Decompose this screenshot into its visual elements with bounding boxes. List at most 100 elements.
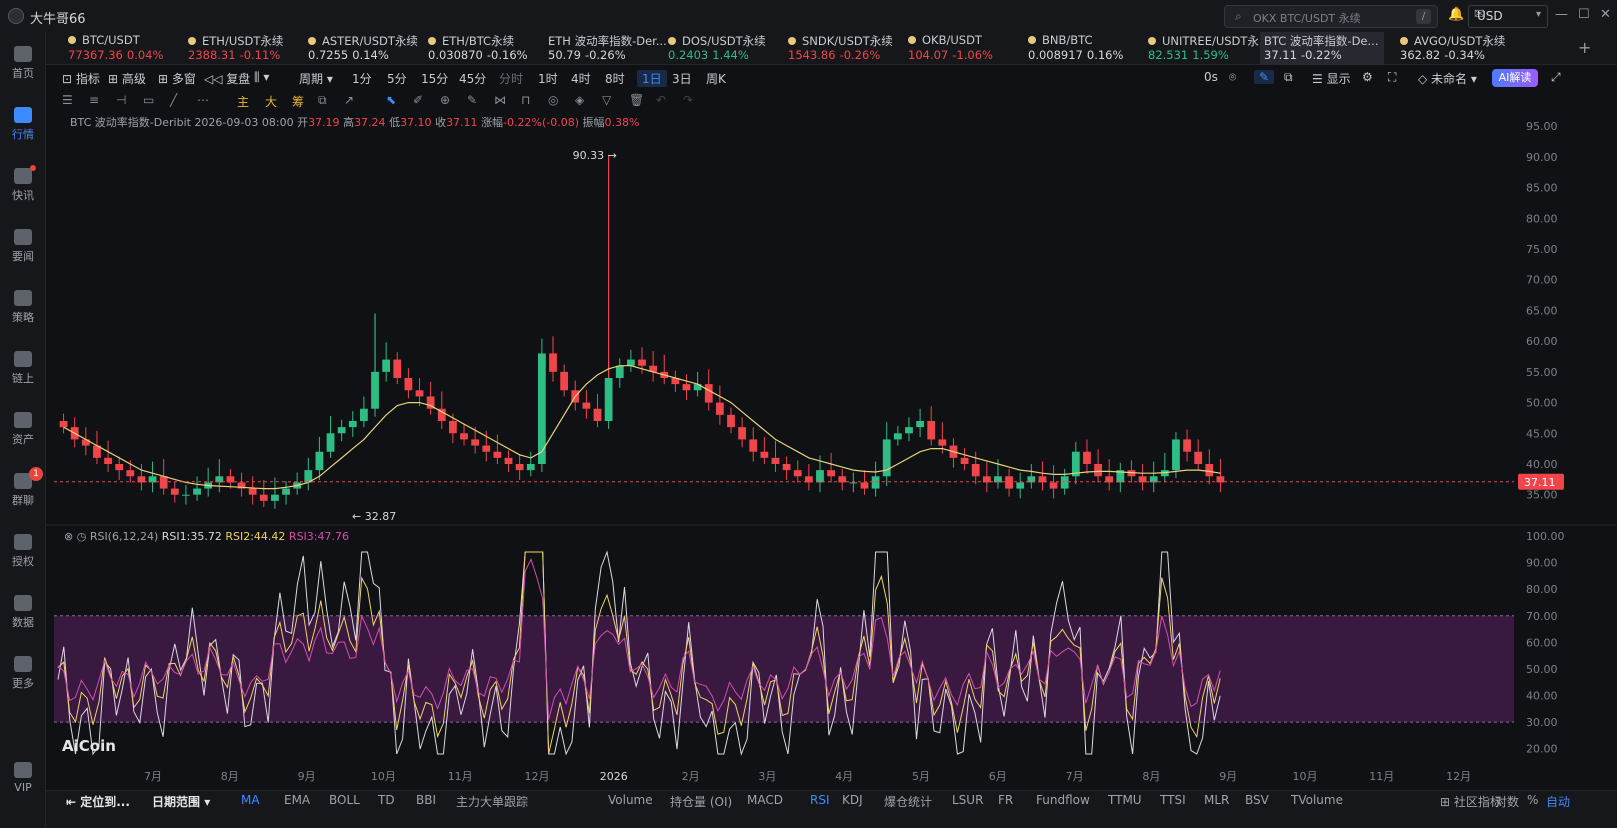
rectangle-icon[interactable]: ▭ xyxy=(143,93,154,107)
ticker-item[interactable]: AVGO/USDT永续 362.82 -0.34% xyxy=(1396,32,1520,65)
period-option[interactable]: 1日 xyxy=(637,70,667,87)
redo-icon[interactable]: ↷ xyxy=(683,93,693,107)
log-scale-button[interactable]: 对数 xyxy=(1495,793,1519,810)
share-icon[interactable]: ⧉ xyxy=(1284,70,1293,85)
layout-button[interactable]: ◇ 未命名 ▾ xyxy=(1418,70,1477,87)
multi-window-button[interactable]: ⊞ 多窗 xyxy=(158,70,196,87)
nav-item[interactable]: 要闻 xyxy=(0,221,46,273)
magnet-icon[interactable]: ⋈ xyxy=(494,93,506,107)
advanced-button[interactable]: ⊞ 高级 xyxy=(108,70,146,87)
expand-icon[interactable]: ⤢ xyxy=(1551,70,1561,85)
more-dots-icon[interactable]: ⋯ xyxy=(197,93,209,107)
draw-pen-icon[interactable]: ✎ xyxy=(1254,70,1275,84)
ticker-item[interactable]: BNB/BTC 0.008917 0.16% xyxy=(1024,32,1148,65)
filter-icon[interactable]: ▽ xyxy=(602,93,611,107)
ticker-item[interactable]: SNDK/USDT永续 1543.86 -0.26% xyxy=(784,32,908,65)
indicator-tab[interactable]: Fundflow xyxy=(1036,793,1090,807)
ticker-item[interactable]: ETH/BTC永续 0.030870 -0.16% xyxy=(424,32,548,65)
ticker-item[interactable]: BTC 波动率指数-De... 37.11 -0.22% xyxy=(1260,32,1384,65)
capture-icon[interactable]: ⧉ xyxy=(318,93,327,108)
period-option[interactable]: 4时 xyxy=(571,70,591,87)
visibility-icon[interactable]: ◎ xyxy=(548,93,558,107)
community-indicators-button[interactable]: ⊞ 社区指标 xyxy=(1440,793,1502,810)
indicator-tab[interactable]: LSUR xyxy=(952,793,983,807)
nav-item[interactable]: 行情 xyxy=(0,99,46,151)
indicator-tab[interactable]: TTMU xyxy=(1108,793,1142,807)
menu-icon[interactable]: ☰ xyxy=(62,93,73,107)
minimize-icon[interactable]: — xyxy=(1555,7,1568,22)
indicator-tab[interactable]: TD xyxy=(378,793,395,807)
nav-item[interactable]: 首页 xyxy=(0,38,46,90)
ticker-item[interactable]: ASTER/USDT永续 0.7255 0.14% xyxy=(304,32,428,65)
cursor-icon[interactable]: ⬉ xyxy=(386,93,396,107)
nav-item[interactable]: 数据 xyxy=(0,587,46,639)
period-option[interactable]: 1时 xyxy=(538,70,558,87)
indicator-tab[interactable]: BSV xyxy=(1245,793,1269,807)
indicators-button[interactable]: ⊡ 指标 xyxy=(62,70,100,87)
currency-select[interactable]: USD ▾ xyxy=(1468,5,1548,28)
percent-scale-button[interactable]: % xyxy=(1527,793,1538,807)
symbol-search-input[interactable]: ⌕ OKX BTC/USDT 永续 / xyxy=(1224,5,1438,28)
period-option[interactable]: 分时 xyxy=(499,70,523,87)
lock-icon[interactable]: ⊓ xyxy=(521,93,530,107)
ticker-item[interactable]: DOS/USDT永续 0.2403 1.44% xyxy=(664,32,788,65)
period-option[interactable]: 周K xyxy=(706,70,726,87)
ruler-icon[interactable]: ✐ xyxy=(413,93,423,107)
chip-button[interactable]: 筹 xyxy=(292,93,304,110)
indicator-tab[interactable]: MLR xyxy=(1204,793,1229,807)
line-tool-icon[interactable]: ╱ xyxy=(170,93,177,107)
indicator-tab[interactable]: BOLL xyxy=(329,793,360,807)
period-option[interactable]: 3日 xyxy=(672,70,692,87)
display-button[interactable]: ☰ 显示 xyxy=(1312,70,1351,87)
trash-icon[interactable]: 🗑 xyxy=(629,93,644,107)
locate-button[interactable]: ⇤ 定位到... xyxy=(66,793,130,810)
nav-item[interactable]: 快讯 xyxy=(0,160,46,212)
ticker-item[interactable]: UNITREE/USDT永 82.531 1.59% xyxy=(1144,32,1268,65)
big-order-button[interactable]: 大 xyxy=(265,93,277,110)
trend-icon[interactable]: ↗ xyxy=(344,93,354,107)
indicator-tab[interactable]: EMA xyxy=(284,793,310,807)
period-option[interactable]: 45分 xyxy=(459,70,486,87)
nav-item[interactable]: VIP xyxy=(0,754,46,806)
horizontal-line-icon[interactable]: ≡ xyxy=(89,93,99,107)
user-avatar[interactable] xyxy=(8,8,24,24)
indicator-tab[interactable]: FR xyxy=(998,793,1013,807)
nav-item[interactable]: 资产 xyxy=(0,404,46,456)
camera-icon[interactable]: ⌾ xyxy=(1229,70,1236,85)
auto-scale-button[interactable]: 自动 xyxy=(1546,793,1570,810)
settings-icon[interactable]: ⚙ xyxy=(1362,70,1373,84)
nav-item[interactable]: 更多 xyxy=(0,648,46,700)
period-option[interactable]: 5分 xyxy=(387,70,407,87)
date-range-button[interactable]: 日期范围 ▾ xyxy=(152,793,210,810)
zoom-icon[interactable]: ⊕ xyxy=(440,93,450,107)
ai-interpret-button[interactable]: AI解读 xyxy=(1492,69,1538,87)
nav-item[interactable]: 授权 xyxy=(0,526,46,578)
add-ticker-icon[interactable]: + xyxy=(1578,38,1591,57)
indicator-tab[interactable]: RSI xyxy=(810,793,830,807)
indicator-tab[interactable]: 持仓量 (OI) xyxy=(670,793,732,810)
nav-item[interactable]: 策略 xyxy=(0,282,46,334)
ticker-item[interactable]: ETH 波动率指数-Der... 50.79 -0.26% xyxy=(544,32,668,65)
main-force-button[interactable]: 主 xyxy=(237,93,249,110)
chart-type-icon[interactable]: ⫼ ▾ xyxy=(254,70,269,85)
nav-item[interactable]: 群聊 1 xyxy=(0,465,46,517)
bell-icon[interactable]: 🔔 xyxy=(1448,7,1464,22)
rsi-settings-icon[interactable]: ⊗ ◷ xyxy=(64,530,90,543)
indicator-tab[interactable]: Volume xyxy=(608,793,653,807)
replay-button[interactable]: ◁◁ 复盘 xyxy=(204,70,250,87)
indicator-tab[interactable]: 爆仓统计 xyxy=(884,793,932,810)
indicator-tab[interactable]: TTSI xyxy=(1160,793,1186,807)
maximize-icon[interactable]: ☐ xyxy=(1578,7,1590,22)
close-icon[interactable]: ✕ xyxy=(1600,7,1611,22)
period-option[interactable]: 1分 xyxy=(352,70,372,87)
ticker-item[interactable]: OKB/USDT 104.07 -1.06% xyxy=(904,32,1028,65)
ticker-item[interactable]: BTC/USDT 77367.36 0.04% xyxy=(64,32,188,65)
ticker-item[interactable]: ETH/USDT永续 2388.31 -0.11% xyxy=(184,32,308,65)
indicator-tab[interactable]: 主力大单跟踪 xyxy=(456,793,528,810)
price-chart[interactable]: 35.00 40.00 45.00 50.00 55.00 60.00 65.00 70.00… xyxy=(46,112,1617,800)
fullscreen-icon[interactable]: ⛶ xyxy=(1388,70,1396,85)
crosshair-icon[interactable]: ⊣ xyxy=(116,93,126,107)
indicator-tab[interactable]: MACD xyxy=(747,793,783,807)
brush-icon[interactable]: ✎ xyxy=(467,93,477,107)
nav-item[interactable]: 链上 xyxy=(0,343,46,395)
